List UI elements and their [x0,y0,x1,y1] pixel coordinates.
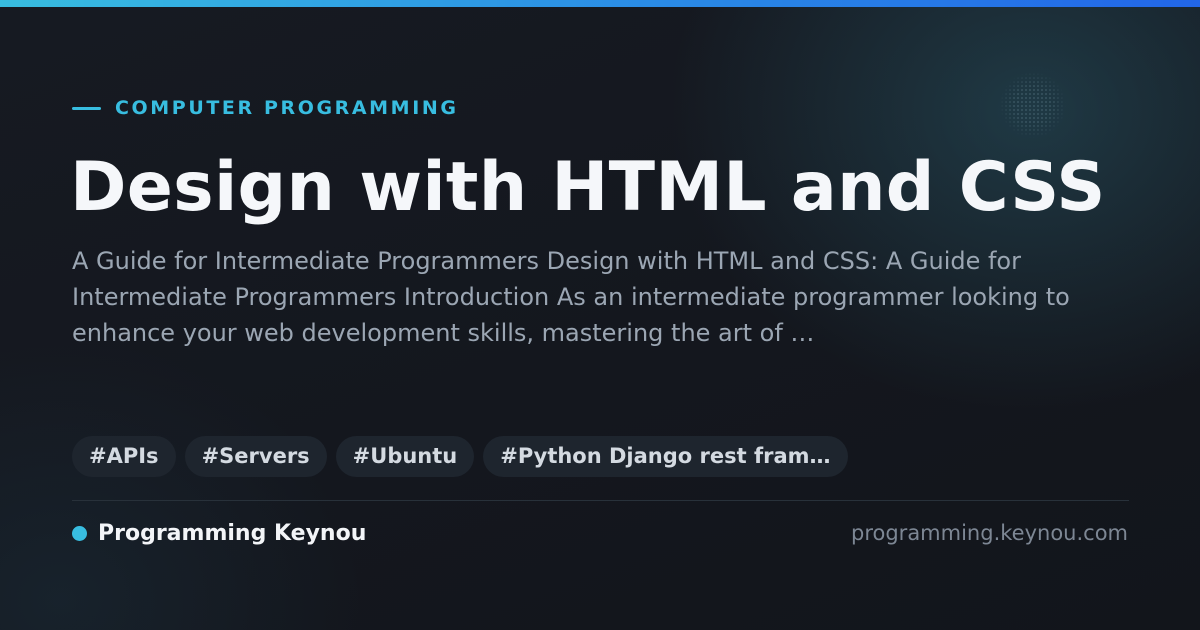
social-preview-card: COMPUTER PROGRAMMING Design with HTML an… [0,0,1200,630]
category-dash-icon [72,106,101,110]
accent-top-bar [0,0,1200,7]
footer-divider [72,500,1129,501]
site-brand: Programming Keynou [72,518,366,548]
tag-python-django-rest-framework: #Python Django rest fram… [483,436,848,477]
tag-apis: #APIs [72,436,176,477]
article-title: Design with HTML and CSS [70,148,1106,227]
category-label: COMPUTER PROGRAMMING [115,97,459,119]
tag-servers: #Servers [184,436,327,477]
brand-name: Programming Keynou [98,520,367,546]
site-url: programming.keynou.com [851,521,1128,545]
tag-list: #APIs #Servers #Ubuntu #Python Django re… [72,436,857,477]
brand-dot-icon [72,525,87,541]
decorative-dot-pattern [1000,72,1066,138]
tag-ubuntu: #Ubuntu [335,436,475,477]
category-header: COMPUTER PROGRAMMING [72,96,459,120]
article-description: A Guide for Intermediate Programmers Des… [72,247,1070,347]
